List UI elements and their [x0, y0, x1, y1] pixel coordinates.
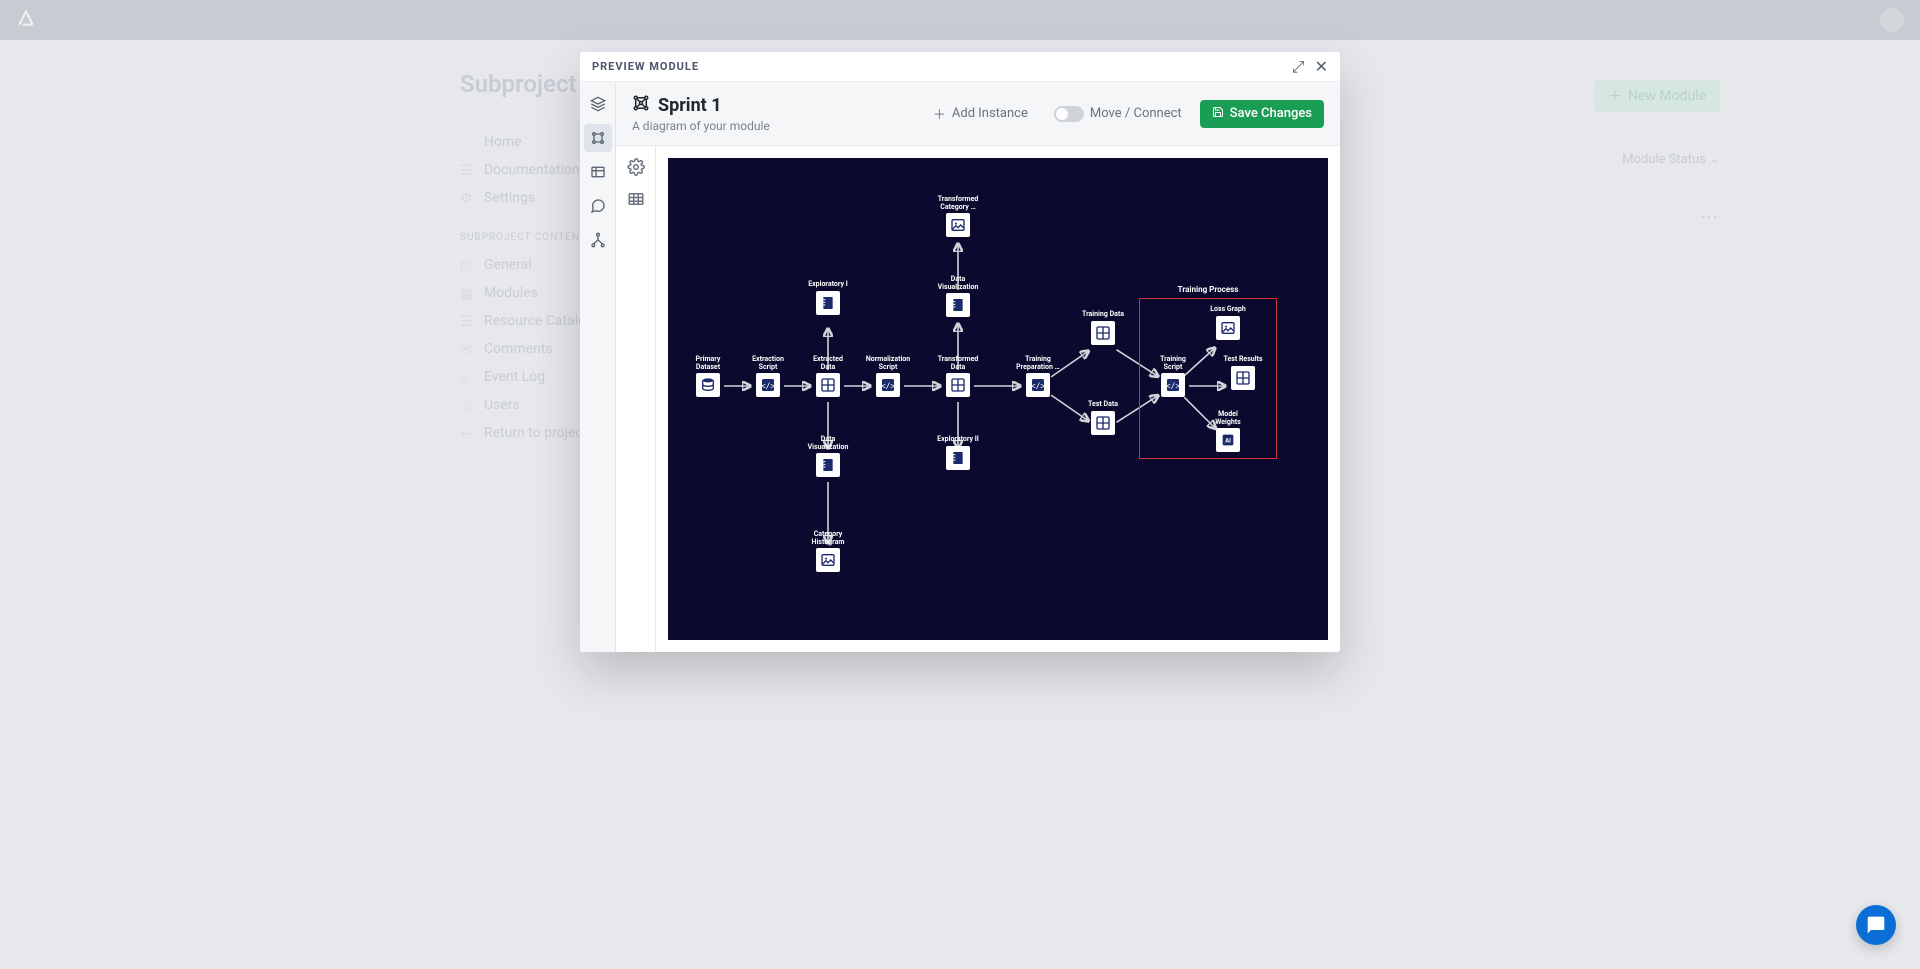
preview-module-modal: PREVIEW MODULE ⤢ ✕ Sprint 1 A diagram of… — [580, 52, 1340, 652]
svg-text:</>: </> — [1166, 382, 1181, 391]
node-label: Test Data — [1088, 401, 1118, 409]
node-transformed-cat[interactable]: Transformed Category … — [930, 196, 986, 237]
code-icon: </> — [756, 373, 780, 397]
node-label: Category Histogram — [812, 531, 845, 546]
notebook-icon — [816, 453, 840, 477]
node-training-data[interactable]: Training Data — [1075, 311, 1131, 345]
node-test-results[interactable]: Test Results — [1215, 356, 1271, 390]
grid-icon — [946, 373, 970, 397]
diagram-subtitle: A diagram of your module — [632, 119, 770, 133]
node-training-script[interactable]: Training Script </> — [1145, 356, 1201, 397]
node-label: Exploratory I — [808, 281, 848, 289]
node-exploratory1[interactable]: Exploratory I — [800, 281, 856, 315]
grid-icon — [1231, 366, 1255, 390]
image-icon — [1216, 316, 1240, 340]
modal-left-rail — [580, 82, 616, 652]
ai-icon: AI — [1216, 428, 1240, 452]
node-label: Exploratory II — [937, 436, 979, 444]
code-icon: </> — [1026, 373, 1050, 397]
rail-table-icon[interactable] — [584, 158, 612, 186]
svg-text:</>: </> — [881, 382, 896, 391]
svg-text:AI: AI — [1225, 438, 1231, 445]
modal-title-label: PREVIEW MODULE — [592, 60, 699, 73]
settings-icon[interactable] — [627, 158, 645, 176]
node-label: Transformed Data — [938, 356, 979, 371]
node-primary-dataset[interactable]: Primary Dataset — [680, 356, 736, 397]
node-extraction-script[interactable]: Extraction Script </> — [740, 356, 796, 397]
node-normalization[interactable]: Normalization Script </> — [860, 356, 916, 397]
image-icon — [816, 548, 840, 572]
rail-chat-icon[interactable] — [584, 192, 612, 220]
notebook-icon — [946, 446, 970, 470]
notebook-icon — [946, 293, 970, 317]
node-test-data[interactable]: Test Data — [1075, 401, 1131, 435]
node-label: Data Visualization — [808, 436, 849, 451]
node-label: Training Script — [1160, 356, 1186, 371]
node-model-weights[interactable]: Model Weights AI — [1200, 411, 1256, 452]
group-label: Training Process — [1178, 285, 1239, 294]
grid-icon[interactable] — [627, 190, 645, 208]
node-data-viz-bot[interactable]: Data Visualization — [800, 436, 856, 477]
node-label: Model Weights — [1215, 411, 1241, 426]
node-training-prep[interactable]: Training Preparation … </> — [1010, 356, 1066, 397]
node-data-viz-top[interactable]: Data Visualization — [930, 276, 986, 317]
diagram-inner-rail — [616, 146, 656, 652]
node-label: Loss Graph — [1210, 306, 1246, 314]
grid-icon — [1091, 321, 1115, 345]
expand-icon[interactable]: ⤢ — [1292, 57, 1305, 77]
move-connect-toggle[interactable]: Move / Connect — [1046, 102, 1190, 126]
rail-tree-icon[interactable] — [584, 226, 612, 254]
add-instance-button[interactable]: ＋ Add Instance — [925, 100, 1036, 127]
node-label: Primary Dataset — [696, 356, 721, 371]
code-icon: </> — [876, 373, 900, 397]
node-cat-histogram[interactable]: Category Histogram — [800, 531, 856, 572]
node-exploratory2[interactable]: Exploratory II — [930, 436, 986, 470]
modal-header: PREVIEW MODULE ⤢ ✕ — [580, 52, 1340, 82]
node-label: Data Visualization — [938, 276, 979, 291]
diagram-header: Sprint 1 A diagram of your module ＋ Add … — [616, 82, 1340, 146]
diagram-title-icon — [632, 94, 650, 117]
diagram-canvas[interactable]: Training Process Primary Dataset Extracti… — [668, 158, 1328, 640]
svg-text:</>: </> — [761, 382, 776, 391]
svg-text:</>: </> — [1031, 382, 1046, 391]
node-transformed-data[interactable]: Transformed Data — [930, 356, 986, 397]
toggle-switch[interactable] — [1054, 106, 1084, 122]
node-label: Extracted Data — [813, 356, 843, 371]
node-label: Test Results — [1223, 356, 1262, 364]
save-changes-button[interactable]: Save Changes — [1200, 100, 1324, 128]
plus-icon: ＋ — [933, 104, 946, 123]
node-label: Training Data — [1082, 311, 1124, 319]
grid-icon — [816, 373, 840, 397]
node-label: Extraction Script — [752, 356, 784, 371]
diagram-title: Sprint 1 — [658, 95, 722, 116]
close-icon[interactable]: ✕ — [1315, 57, 1328, 77]
rail-layers-icon[interactable] — [584, 90, 612, 118]
node-extracted-data[interactable]: Extracted Data — [800, 356, 856, 397]
db-icon — [696, 373, 720, 397]
image-icon — [946, 213, 970, 237]
node-label: Normalization Script — [866, 356, 910, 371]
node-label: Training Preparation … — [1016, 356, 1060, 371]
node-label: Transformed Category … — [938, 196, 979, 211]
save-icon — [1212, 106, 1224, 122]
rail-diagram-icon[interactable] — [584, 124, 612, 152]
node-loss-graph[interactable]: Loss Graph — [1200, 306, 1256, 340]
code-icon: </> — [1161, 373, 1185, 397]
grid-icon — [1091, 411, 1115, 435]
help-chat-button[interactable] — [1856, 905, 1896, 945]
notebook-icon — [816, 291, 840, 315]
